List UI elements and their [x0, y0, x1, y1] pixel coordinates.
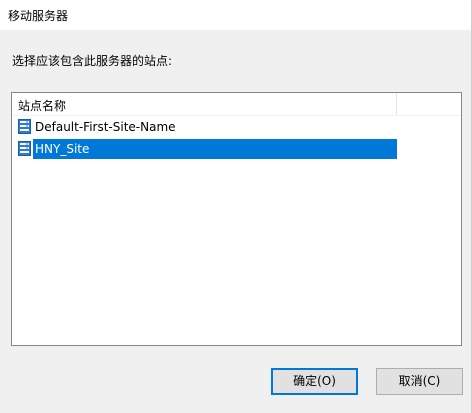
site-listbox[interactable]: 站点名称 Default-First-Site-Name HNY_Site — [11, 92, 462, 346]
site-icon — [18, 119, 31, 134]
title-bar: 移动服务器 — [0, 0, 472, 30]
header-rule — [12, 115, 461, 116]
move-server-dialog: 移动服务器 选择应该包含此服务器的站点: 站点名称 Default-First-… — [0, 0, 472, 413]
column-header-label: 站点名称 — [18, 99, 67, 113]
column-header-site-name[interactable]: 站点名称 — [12, 93, 397, 115]
site-icon — [18, 141, 31, 156]
prompt-label: 选择应该包含此服务器的站点: — [12, 54, 173, 68]
column-divider[interactable] — [396, 93, 397, 115]
list-item-label: HNY_Site — [33, 139, 397, 159]
list-item-label: Default-First-Site-Name — [35, 120, 176, 134]
ok-button[interactable]: 确定(O) — [271, 368, 358, 395]
list-item-hny-site[interactable]: HNY_Site — [16, 139, 397, 159]
list-item-default-first-site[interactable]: Default-First-Site-Name — [16, 117, 397, 137]
cancel-button[interactable]: 取消(C) — [376, 368, 463, 395]
dialog-title: 移动服务器 — [8, 9, 69, 23]
